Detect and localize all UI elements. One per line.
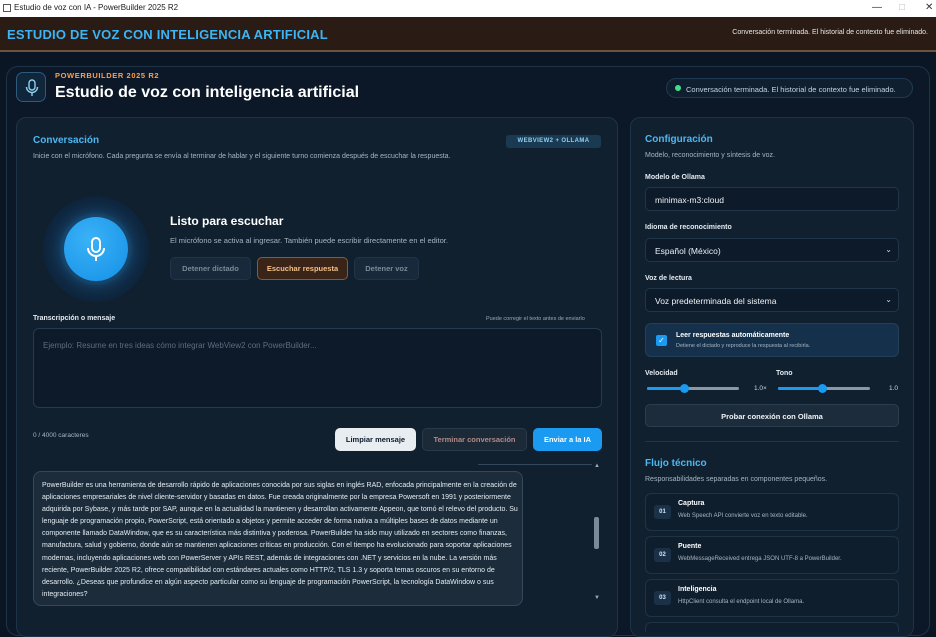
flow-step: 03 Inteligencia HttpClient consulta el e… <box>645 579 899 617</box>
speed-label: Velocidad <box>645 370 678 377</box>
language-value: Español (México) <box>655 246 721 256</box>
ready-title: Listo para escuchar <box>170 214 284 228</box>
flow-step: 01 Captura Web Speech API convierte voz … <box>645 493 899 531</box>
step-title: Puente <box>678 543 702 550</box>
end-conversation-button[interactable]: Terminar conversación <box>422 428 527 451</box>
clear-message-button[interactable]: Limpiar mensaje <box>335 428 416 451</box>
microphone-icon <box>87 237 105 261</box>
tech-badge: WEBVIEW2 + OLLAMA <box>506 135 601 148</box>
step-number: 02 <box>654 548 671 562</box>
stop-dictation-button[interactable]: Detener dictado <box>170 257 251 280</box>
step-description: WebMessageReceived entrega JSON UTF-8 a … <box>678 556 842 562</box>
model-value: minimax-m3:cloud <box>655 195 724 205</box>
conversation-subtitle: Inicie con el micrófono. Cada pregunta s… <box>33 153 451 160</box>
stop-voice-button[interactable]: Detener voz <box>354 257 419 280</box>
step-title: Inteligencia <box>678 586 717 593</box>
tone-label: Tono <box>776 370 793 377</box>
scroll-down-icon[interactable]: ▼ <box>592 595 602 601</box>
voice-select[interactable]: Voz predeterminada del sistema ⌄ <box>645 288 899 312</box>
auto-read-option[interactable]: ✓ Leer respuestas automáticamente Detien… <box>645 323 899 357</box>
scroll-up-icon[interactable]: ▲ <box>592 463 602 469</box>
char-counter: 0 / 4000 caracteres <box>33 432 89 439</box>
conversation-title: Conversación <box>33 135 100 146</box>
ready-subtitle: El micrófono se activa al ingresar. Tamb… <box>170 236 448 245</box>
voice-value: Voz predeterminada del sistema <box>655 296 777 306</box>
language-select[interactable]: Español (México) ⌄ <box>645 238 899 262</box>
auto-read-title: Leer respuestas automáticamente <box>676 332 790 339</box>
step-number: 03 <box>654 591 671 605</box>
close-icon[interactable]: ✕ <box>925 2 933 13</box>
config-subtitle: Modelo, reconocimiento y síntesis de voz… <box>645 152 775 159</box>
tone-slider-fill <box>778 387 823 390</box>
page-title: Estudio de voz con inteligencia artifici… <box>55 84 360 101</box>
status-text: Conversación terminada. El historial de … <box>686 85 896 94</box>
send-button[interactable]: Enviar a la IA <box>533 428 602 451</box>
model-label: Modelo de Ollama <box>645 174 705 181</box>
app-window-icon <box>3 4 11 12</box>
step-title: Captura <box>678 500 705 507</box>
model-input[interactable]: minimax-m3:cloud <box>645 187 899 211</box>
step-number: 01 <box>654 505 671 519</box>
minimize-icon[interactable]: — <box>872 2 882 13</box>
voice-label: Voz de lectura <box>645 275 692 282</box>
flow-step: 02 Puente WebMessageReceived entrega JSO… <box>645 536 899 574</box>
response-text: PowerBuilder es una herramienta de desar… <box>42 482 518 598</box>
header-title: ESTUDIO DE VOZ CON INTELIGENCIA ARTIFICI… <box>7 27 328 42</box>
step-description: Web Speech API convierte voz en texto ed… <box>678 513 808 519</box>
flow-subtitle: Responsabilidades separadas en component… <box>645 476 828 483</box>
test-connection-button[interactable]: Probar conexión con Ollama <box>645 404 899 427</box>
scroll-thumb[interactable] <box>594 517 599 549</box>
auto-read-checkbox[interactable]: ✓ <box>656 335 667 346</box>
header-status: Conversación terminada. El historial de … <box>732 29 928 36</box>
window-title-bar: Estudio de voz con IA - PowerBuilder 202… <box>0 0 936 17</box>
response-scrollbar[interactable]: ▲ ▼ <box>592 463 602 605</box>
speed-slider-knob[interactable] <box>680 384 689 393</box>
auto-read-subtitle: Detiene el dictado y reproduce la respue… <box>676 343 811 349</box>
message-placeholder: Ejemplo: Resume en tres ideas cómo integ… <box>43 341 317 350</box>
tone-value: 1.0 <box>889 385 899 392</box>
window-title: Estudio de voz con IA - PowerBuilder 202… <box>14 3 179 12</box>
tone-slider-knob[interactable] <box>818 384 827 393</box>
message-input[interactable]: Ejemplo: Resume en tres ideas cómo integ… <box>33 328 602 408</box>
chevron-down-icon: ⌄ <box>885 295 892 304</box>
microphone-button[interactable] <box>64 217 128 281</box>
response-box[interactable]: PowerBuilder es una herramienta de desar… <box>33 471 523 606</box>
speed-value: 1.0× <box>754 385 767 392</box>
step-description: HttpClient consulta el endpoint local de… <box>678 599 805 605</box>
flow-title: Flujo técnico <box>645 458 707 469</box>
flow-step <box>645 622 899 632</box>
language-label: Idioma de reconocimiento <box>645 224 732 231</box>
maximize-icon[interactable]: □ <box>899 2 905 13</box>
chevron-down-icon: ⌄ <box>885 245 892 254</box>
config-title: Configuración <box>645 134 713 145</box>
status-dot-icon <box>675 85 681 91</box>
response-divider <box>478 464 592 465</box>
app-header: ESTUDIO DE VOZ CON INTELIGENCIA ARTIFICI… <box>0 17 936 52</box>
microphone-icon <box>16 72 46 102</box>
listen-response-button[interactable]: Escuchar respuesta <box>257 257 348 280</box>
brand-label: POWERBUILDER 2025 R2 <box>55 71 160 80</box>
status-badge: Conversación terminada. El historial de … <box>666 78 913 98</box>
transcript-label: Transcripción o mensaje <box>33 315 116 322</box>
config-divider <box>645 441 899 442</box>
transcript-hint: Puede corregir el texto antes de enviarl… <box>486 316 585 322</box>
